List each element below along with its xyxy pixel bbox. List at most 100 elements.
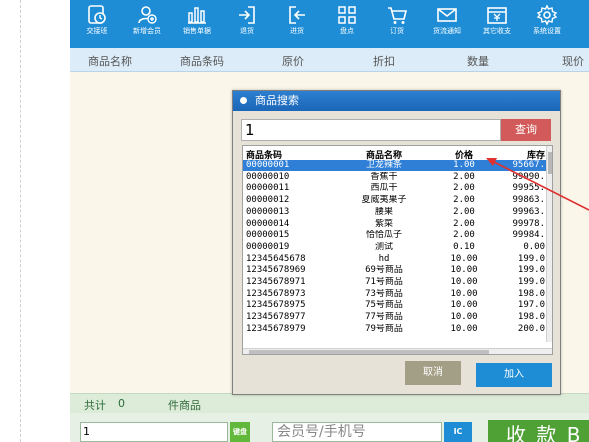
result-row[interactable]: 12345678969 69号商品 10.00 199.0	[243, 265, 546, 276]
column-header-original-price: 原价	[282, 55, 304, 68]
row-barcode: 12345678977	[246, 312, 306, 323]
row-stock: 198.0	[517, 312, 545, 323]
row-price: 2.00	[453, 195, 475, 206]
row-price: 2.00	[453, 218, 475, 229]
add-button[interactable]: 加入	[476, 363, 552, 387]
dialog-title-bar: 商品搜索	[233, 91, 560, 111]
row-stock: 197.0	[517, 300, 545, 311]
result-row[interactable]: 00000001 卫龙辣条 1.00 95667.	[243, 160, 546, 171]
column-header-current-price: 现价	[562, 55, 584, 68]
result-row[interactable]: 12345645678 hd 10.00 199.0	[243, 254, 546, 265]
row-name: 73号商品	[365, 288, 403, 299]
product-search-input[interactable]: 1	[241, 119, 501, 141]
vertical-scrollbar[interactable]	[546, 146, 552, 342]
product-result-list: 商品条码 商品名称 价格 库存 00000001 卫龙辣条 1.00 95667. 00…	[242, 145, 553, 355]
row-barcode: 12345678979	[246, 323, 306, 334]
toolbar-button-finance[interactable]: 其它收支	[472, 3, 522, 45]
result-row[interactable]: 00000013 腰果 2.00 99963.	[243, 207, 546, 218]
return-icon	[239, 6, 255, 24]
row-stock: 199.0	[517, 277, 545, 287]
result-row[interactable]: 12345678973 73号商品 10.00 198.0	[243, 289, 546, 300]
toolbar-button-sales-receipt[interactable]: 销售单据	[172, 3, 222, 45]
result-row[interactable]: 12345678971 71号商品 10.00 199.0	[243, 277, 546, 288]
row-name: 香蕉干	[370, 171, 398, 182]
result-row[interactable]: 00000012 夏威夷果子 2.00 99863.	[243, 195, 546, 206]
cancel-button[interactable]: 取消	[405, 361, 461, 385]
dialog-title: 商品搜索	[255, 94, 299, 107]
row-price: 10.00	[450, 277, 478, 287]
cart-table-header: 商品名称 商品条码 原价 折扣 数量 现价	[70, 48, 589, 72]
column-header-discount: 折扣	[373, 55, 395, 68]
toolbar-button-purchase[interactable]: 进货	[272, 3, 322, 45]
row-stock: 95667.	[512, 160, 545, 170]
toolbar-button-settings[interactable]: 系统设置	[522, 3, 572, 45]
result-row[interactable]: 00000011 西瓜干 2.00 99955.	[243, 183, 546, 194]
gear-icon	[536, 4, 558, 26]
toolbar-label: 货流通知	[433, 27, 461, 35]
row-barcode: 12345645678	[246, 253, 306, 264]
total-label: 共计	[84, 399, 106, 412]
row-name: 71号商品	[365, 277, 403, 287]
mail-icon	[437, 8, 457, 22]
result-row[interactable]: 00000019 测试 0.10 0.00	[243, 242, 546, 253]
toolbar-button-add-member[interactable]: 新增会员	[122, 3, 172, 45]
search-button[interactable]: 查询	[501, 119, 551, 141]
toolbar-button-shift-change[interactable]: 交接班	[72, 3, 122, 45]
barcode-quantity-input[interactable]: 1	[80, 422, 228, 442]
row-price: 10.00	[450, 323, 478, 334]
app-window: 交接班 新增会员 销售单据 退货 进货 盘点 订货 货流通知 其它收支 系统设置…	[0, 0, 589, 442]
add-member-icon	[138, 6, 157, 24]
row-barcode: 12345678969	[246, 265, 306, 276]
row-barcode: 12345678975	[246, 300, 306, 311]
row-stock: 199.0	[517, 265, 545, 276]
horizontal-scroll-thumb[interactable]	[249, 350, 489, 354]
total-count: 0	[118, 397, 125, 410]
top-toolbar: 交接班 新增会员 销售单据 退货 进货 盘点 订货 货流通知 其它收支 系统设置	[70, 0, 589, 48]
result-row[interactable]: 12345678975 75号商品 10.00 197.0	[243, 300, 546, 311]
toolbar-label: 其它收支	[483, 27, 511, 35]
result-row[interactable]: 12345678979 79号商品 10.00 200.0	[243, 324, 546, 335]
row-name: 腰果	[374, 206, 393, 217]
row-price: 10.00	[450, 288, 478, 299]
sales-receipt-icon	[188, 7, 206, 24]
column-header-barcode: 商品条码	[180, 55, 224, 68]
toolbar-button-return[interactable]: 退货	[222, 3, 272, 45]
row-barcode: 00000001	[246, 160, 290, 170]
row-stock: 0.00	[523, 241, 545, 252]
result-row[interactable]: 00000015 恰恰瓜子 2.00 99984.	[243, 230, 546, 241]
purchase-icon	[289, 6, 305, 24]
member-phone-input[interactable]: 会员号/手机号	[272, 422, 442, 442]
toolbar-button-order[interactable]: 订货	[372, 3, 422, 45]
row-price: 10.00	[450, 265, 478, 276]
result-list-header: 商品条码 商品名称 价格 库存	[243, 146, 552, 161]
row-barcode: 00000014	[246, 218, 290, 229]
result-row[interactable]: 12345678977 77号商品 10.00 198.0	[243, 312, 546, 323]
result-row[interactable]: 00000010 香蕉干 2.00 99990.	[243, 172, 546, 183]
row-stock: 99990.	[512, 171, 545, 182]
horizontal-scrollbar[interactable]	[243, 348, 552, 354]
row-barcode: 12345678973	[246, 288, 306, 299]
keyboard-button[interactable]: 键盘	[230, 422, 250, 442]
finance-icon	[487, 7, 507, 24]
row-price: 2.00	[453, 206, 475, 217]
toolbar-label: 盘点	[340, 27, 354, 35]
row-barcode: 00000015	[246, 230, 290, 241]
row-barcode: 00000013	[246, 206, 290, 217]
row-stock: 99963.	[512, 206, 545, 217]
shift-change-icon	[88, 5, 106, 24]
status-bar: 共计 0 件商品	[70, 393, 589, 413]
inventory-icon	[338, 6, 356, 24]
row-price: 0.10	[453, 241, 475, 252]
vertical-scroll-thumb[interactable]	[548, 152, 552, 174]
row-name: 77号商品	[365, 312, 403, 323]
toolbar-button-notice[interactable]: 货流通知	[422, 3, 472, 45]
checkout-button[interactable]: 收 款 B	[488, 420, 589, 442]
row-barcode: 12345678971	[246, 277, 306, 287]
ic-card-button[interactable]: IC	[444, 422, 472, 442]
row-price: 10.00	[450, 253, 478, 264]
result-row[interactable]: 00000014 紫菜 2.00 99978.	[243, 219, 546, 230]
toolbar-button-inventory[interactable]: 盘点	[322, 3, 372, 45]
row-name: 西瓜干	[370, 183, 398, 194]
row-stock: 99978.	[512, 218, 545, 229]
dialog-title-dot-icon	[240, 97, 247, 104]
